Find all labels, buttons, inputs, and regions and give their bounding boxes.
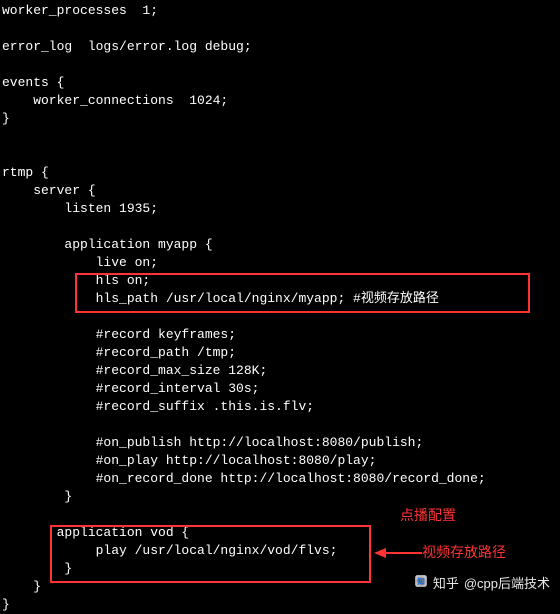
line: listen 1935; [2, 201, 158, 216]
line: #record_interval 30s; [2, 381, 259, 396]
line: worker_processes 1; [2, 3, 158, 18]
line: #record_path /tmp; [2, 345, 236, 360]
line: } [2, 111, 10, 126]
line: #on_play http://localhost:8080/play; [2, 453, 376, 468]
line: worker_connections 1024; [2, 93, 228, 108]
line: #on_publish http://localhost:8080/publis… [2, 435, 423, 450]
line: live on; [2, 255, 158, 270]
line: } [2, 489, 72, 504]
line: #record keyframes; [2, 327, 236, 342]
svg-text:知: 知 [417, 576, 425, 586]
watermark: 知 知乎 @cpp后端技术 [414, 574, 550, 593]
line: rtmp { [2, 165, 49, 180]
watermark-text: @cpp后端技术 [464, 575, 550, 593]
highlight-box-vod [50, 525, 371, 583]
arrow-icon [374, 546, 422, 560]
line: #record_suffix .this.is.flv; [2, 399, 314, 414]
callout-video-path: 视频存放路径 [422, 543, 506, 561]
line: server { [2, 183, 96, 198]
zhihu-icon: 知 [414, 574, 428, 593]
callout-vod-config: 点播配置 [400, 506, 456, 524]
line: } [2, 597, 10, 612]
line: error_log logs/error.log debug; [2, 39, 252, 54]
highlight-box-hls [75, 273, 530, 313]
line: application myapp { [2, 237, 213, 252]
line: } [2, 579, 41, 594]
line: #record_max_size 128K; [2, 363, 267, 378]
watermark-brand: 知乎 [433, 575, 459, 593]
line: events { [2, 75, 64, 90]
line: #on_record_done http://localhost:8080/re… [2, 471, 486, 486]
